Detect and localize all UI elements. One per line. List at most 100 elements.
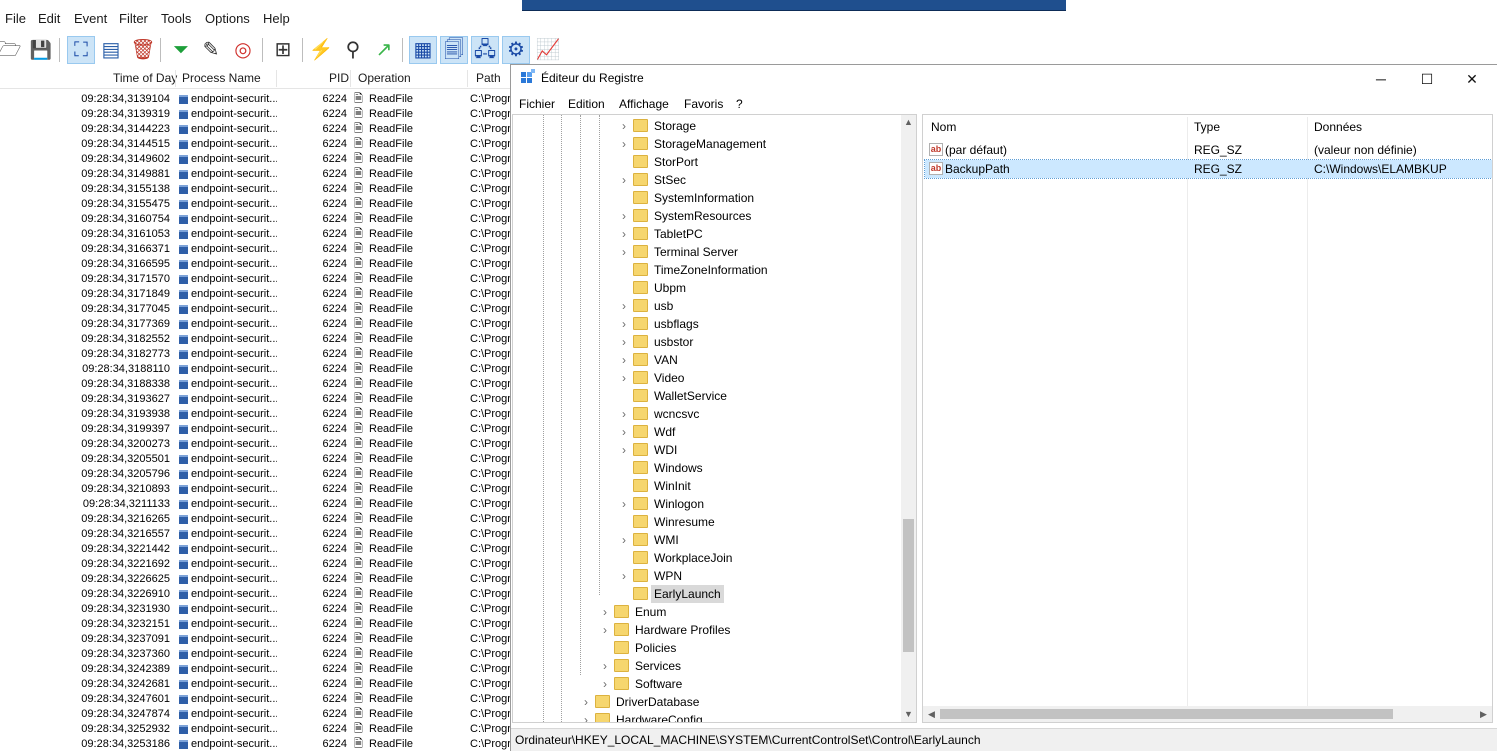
col-pid[interactable]: PID [329, 71, 349, 85]
table-row[interactable]: 09:28:34,3144223 endpoint-securit... 6224 🗎… [0, 122, 515, 137]
table-row[interactable]: 09:28:34,3188338 endpoint-securit... 6224 🗎… [0, 377, 515, 392]
highlight-icon[interactable]: ✎ [198, 37, 224, 63]
expand-chevron-icon[interactable]: › [599, 675, 611, 693]
expand-chevron-icon[interactable]: › [618, 207, 630, 225]
show-profiling-icon[interactable]: 📈 [535, 37, 561, 63]
event-properties-icon[interactable]: ⚡ [308, 37, 334, 63]
table-row[interactable]: 09:28:34,3221692 endpoint-securit... 6224 🗎… [0, 557, 515, 572]
scroll-right-icon[interactable]: ▶ [1476, 707, 1491, 722]
expand-chevron-icon[interactable]: › [618, 225, 630, 243]
save-icon[interactable]: 💾 [28, 37, 54, 63]
col-type[interactable]: Type [1194, 120, 1220, 134]
menu-options[interactable]: Options [205, 11, 250, 26]
filter-icon[interactable]: ⏷ [168, 37, 194, 63]
expand-chevron-icon[interactable]: › [618, 297, 630, 315]
table-row[interactable]: 09:28:34,3139319 endpoint-securit... 6224 🗎… [0, 107, 515, 122]
scrollbar-thumb[interactable] [903, 519, 914, 652]
scrollbar-thumb[interactable] [940, 709, 1393, 719]
minimize-button[interactable]: ─ [1358, 65, 1404, 93]
column-divider[interactable] [350, 70, 351, 87]
open-icon[interactable]: 🗁 [0, 37, 22, 63]
table-row[interactable]: 09:28:34,3171570 endpoint-securit... 6224 🗎… [0, 272, 515, 287]
table-row[interactable]: 09:28:34,3252932 endpoint-securit... 6224 🗎… [0, 722, 515, 737]
table-row[interactable]: 09:28:34,3247874 endpoint-securit... 6224 🗎… [0, 707, 515, 722]
table-row[interactable]: 09:28:34,3160754 endpoint-securit... 6224 🗎… [0, 212, 515, 227]
table-row[interactable]: 09:28:34,3221442 endpoint-securit... 6224 🗎… [0, 542, 515, 557]
expand-chevron-icon[interactable]: › [580, 693, 592, 711]
expand-chevron-icon[interactable]: › [599, 603, 611, 621]
table-row[interactable]: 09:28:34,3166595 endpoint-securit... 6224 🗎… [0, 257, 515, 272]
table-row[interactable]: 09:28:34,3182773 endpoint-securit... 6224 🗎… [0, 347, 515, 362]
show-process-icon[interactable]: ⚙ [502, 36, 530, 64]
table-row[interactable]: 09:28:34,3205501 endpoint-securit... 6224 🗎… [0, 452, 515, 467]
show-registry-icon[interactable]: ▦ [409, 36, 437, 64]
table-row[interactable]: 09:28:34,3216557 endpoint-securit... 6224 🗎… [0, 527, 515, 542]
column-divider[interactable] [276, 70, 277, 87]
scroll-left-icon[interactable]: ◀ [924, 707, 939, 722]
table-row[interactable]: 09:28:34,3226910 endpoint-securit... 6224 🗎… [0, 587, 515, 602]
menu-help[interactable]: ? [736, 97, 743, 111]
menu-edit[interactable]: Edit [38, 11, 60, 26]
table-row[interactable]: 09:28:34,3166371 endpoint-securit... 6224 🗎… [0, 242, 515, 257]
menu-edition[interactable]: Edition [568, 97, 605, 111]
column-divider[interactable] [1187, 117, 1188, 707]
expand-chevron-icon[interactable]: › [618, 405, 630, 423]
col-nom[interactable]: Nom [931, 120, 956, 134]
maximize-button[interactable]: ☐ [1404, 65, 1450, 93]
menu-affichage[interactable]: Affichage [619, 97, 669, 111]
expand-chevron-icon[interactable]: › [618, 333, 630, 351]
table-row[interactable]: 09:28:34,3242389 endpoint-securit... 6224 🗎… [0, 662, 515, 677]
show-filesystem-icon[interactable]: 🗐 [440, 36, 468, 64]
table-row[interactable]: 09:28:34,3161053 endpoint-securit... 6224 🗎… [0, 227, 515, 242]
table-row[interactable]: 09:28:34,3193938 endpoint-securit... 6224 🗎… [0, 407, 515, 422]
col-operation[interactable]: Operation [358, 71, 411, 85]
table-row[interactable]: 09:28:34,3231930 endpoint-securit... 6224 🗎… [0, 602, 515, 617]
expand-chevron-icon[interactable]: › [618, 135, 630, 153]
table-row[interactable]: 09:28:34,3216265 endpoint-securit... 6224 🗎… [0, 512, 515, 527]
expand-chevron-icon[interactable]: › [618, 441, 630, 459]
table-row[interactable]: 09:28:34,3199397 endpoint-securit... 6224 🗎… [0, 422, 515, 437]
column-divider[interactable] [1307, 117, 1308, 707]
table-row[interactable]: 09:28:34,3155138 endpoint-securit... 6224 🗎… [0, 182, 515, 197]
table-row[interactable]: 09:28:34,3210893 endpoint-securit... 6224 🗎… [0, 482, 515, 497]
table-row[interactable]: 09:28:34,3193627 endpoint-securit... 6224 🗎… [0, 392, 515, 407]
table-row[interactable]: 09:28:34,3177045 endpoint-securit... 6224 🗎… [0, 302, 515, 317]
table-row[interactable]: 09:28:34,3211133 endpoint-securit... 6224 🗎… [0, 497, 515, 512]
expand-chevron-icon[interactable]: › [599, 657, 611, 675]
table-row[interactable]: 09:28:34,3205796 endpoint-securit... 6224 🗎… [0, 467, 515, 482]
table-row[interactable]: 09:28:34,3144515 endpoint-securit... 6224 🗎… [0, 137, 515, 152]
menu-event[interactable]: Event [74, 11, 107, 26]
expand-chevron-icon[interactable]: › [618, 423, 630, 441]
table-row[interactable]: 09:28:34,3155475 endpoint-securit... 6224 🗎… [0, 197, 515, 212]
column-divider[interactable] [175, 70, 176, 87]
expand-chevron-icon[interactable]: › [618, 369, 630, 387]
table-row[interactable]: 09:28:34,3237360 endpoint-securit... 6224 🗎… [0, 647, 515, 662]
menu-favoris[interactable]: Favoris [684, 97, 723, 111]
expand-chevron-icon[interactable]: › [618, 171, 630, 189]
table-row[interactable]: 09:28:34,3200273 endpoint-securit... 6224 🗎… [0, 437, 515, 452]
clear-icon[interactable]: 🗑 [130, 37, 156, 63]
menu-tools[interactable]: Tools [161, 11, 191, 26]
jump-icon[interactable]: ↗ [371, 37, 397, 63]
expand-chevron-icon[interactable]: › [580, 711, 592, 722]
col-donnees[interactable]: Données [1314, 120, 1362, 134]
table-row[interactable]: 09:28:34,3242681 endpoint-securit... 6224 🗎… [0, 677, 515, 692]
table-row[interactable]: 09:28:34,3188110 endpoint-securit... 6224 🗎… [0, 362, 515, 377]
col-process-name[interactable]: Process Name [182, 71, 261, 85]
expand-chevron-icon[interactable]: › [618, 351, 630, 369]
tree-vertical-scrollbar[interactable]: ▲ ▼ [901, 115, 916, 722]
column-divider[interactable] [467, 70, 468, 87]
menu-file[interactable]: File [5, 11, 26, 26]
find-icon[interactable]: ⚲ [340, 37, 366, 63]
table-row[interactable]: 09:28:34,3149602 endpoint-securit... 6224 🗎… [0, 152, 515, 167]
expand-chevron-icon[interactable]: › [618, 315, 630, 333]
table-row[interactable]: 09:28:34,3182552 endpoint-securit... 6224 🗎… [0, 332, 515, 347]
table-row[interactable]: 09:28:34,3253186 endpoint-securit... 6224 🗎… [0, 737, 515, 752]
table-row[interactable]: 09:28:34,3139104 endpoint-securit... 6224 🗎… [0, 92, 515, 107]
expand-chevron-icon[interactable]: › [618, 531, 630, 549]
table-row[interactable]: 09:28:34,3171849 endpoint-securit... 6224 🗎… [0, 287, 515, 302]
scroll-up-icon[interactable]: ▲ [901, 115, 916, 130]
value-row[interactable]: ab BackupPath REG_SZ C:\Windows\ELAMBKUP [924, 159, 1492, 179]
table-row[interactable]: 09:28:34,3247601 endpoint-securit... 6224 🗎… [0, 692, 515, 707]
menu-fichier[interactable]: Fichier [519, 97, 555, 111]
